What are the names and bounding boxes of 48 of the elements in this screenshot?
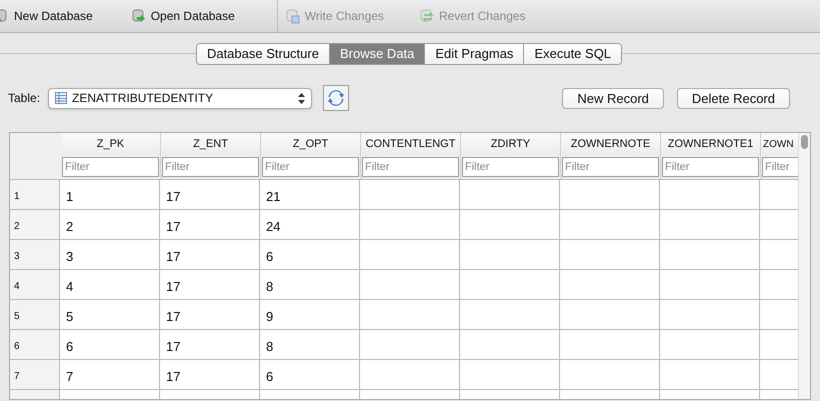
column-header[interactable]: ZOWN [761,133,798,156]
record-button[interactable]: New Record [562,88,664,108]
tab[interactable]: Edit Pragmas [424,44,524,64]
column-header[interactable]: Z_PK [61,133,161,156]
refresh-icon [327,89,346,107]
filter-field[interactable]: Filter [162,157,259,177]
tab[interactable]: Database Structure [196,44,329,64]
column-header[interactable]: Z_ENT [161,133,261,156]
table-row[interactable]: 6 6 17 8 [10,330,798,360]
toolbar-button[interactable]: Open Database [130,7,235,25]
refresh-button[interactable] [323,85,350,111]
database-icon [284,8,301,24]
table-row[interactable]: 2 2 17 24 [10,210,798,240]
row-number[interactable]: 2 [10,210,60,239]
tab[interactable]: Browse Data [328,44,424,64]
table-row[interactable]: 5 5 17 9 [10,300,798,330]
row-number[interactable]: 1 [10,180,60,209]
row-number[interactable]: 3 [10,240,60,269]
table-row[interactable]: 7 7 17 6 [10,360,798,390]
filter-field[interactable]: Filter [662,157,759,177]
table-icon [55,92,68,104]
column-header[interactable]: CONTENTLENGT [361,133,461,156]
table-row[interactable]: 4 4 17 8 [10,270,798,300]
database-icon [418,8,435,24]
toolbar-button[interactable]: New Database [0,7,93,25]
table-dropdown[interactable]: ZENATTRIBUTEDENTITY [48,88,312,108]
table-row[interactable]: 1 1 17 21 [10,180,798,210]
row-number[interactable]: 7 [10,360,60,389]
record-button[interactable]: Delete Record [676,88,790,108]
database-icon [130,8,147,24]
table-row[interactable]: 3 3 17 6 [10,240,798,270]
updown-caret-icon [298,92,306,104]
column-header[interactable]: ZOWNERNOTE [561,133,661,156]
row-number[interactable]: 5 [10,300,60,329]
filter-field[interactable]: Filter [362,157,459,177]
row-number[interactable]: 6 [10,330,60,359]
filter-field[interactable]: Filter [62,157,159,177]
tab[interactable]: Execute SQL [523,44,622,64]
filter-field[interactable]: Filter [562,157,659,177]
column-header[interactable]: ZOWNERNOTE1 [661,133,761,156]
table-label: Table: [8,90,40,107]
filter-field[interactable]: Filter [462,157,559,177]
scrollbar[interactable] [798,133,810,399]
filter-field[interactable]: Filter [262,157,359,177]
filter-field[interactable]: Filter [762,157,798,177]
column-header[interactable]: Z_OPT [261,133,361,156]
column-header[interactable]: ZDIRTY [461,133,561,156]
row-number[interactable]: 4 [10,270,60,299]
